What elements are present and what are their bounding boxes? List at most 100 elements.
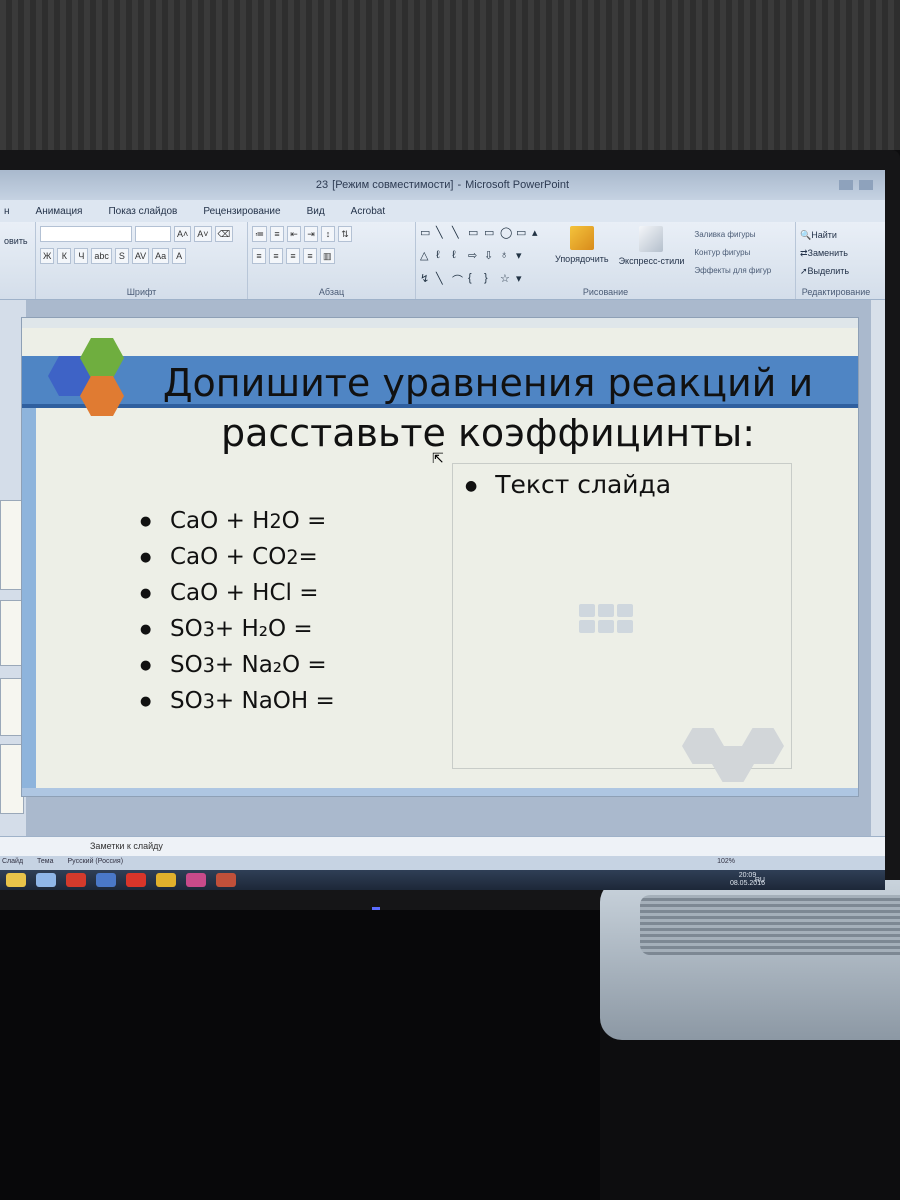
- replace-button[interactable]: ⇄Заменить: [800, 244, 872, 262]
- shadow-button[interactable]: S: [114, 248, 129, 264]
- notes-pane[interactable]: Заметки к слайду: [0, 836, 885, 856]
- maximize-button[interactable]: [859, 180, 873, 190]
- paragraph-group: ≔ ≡ ⇤ ⇥ ↕ ⇅ ≡ ≡ ≡ ≡ ▥ Абзац: [248, 222, 416, 299]
- list-item: ● SO 3 + H₂O =: [140, 616, 313, 642]
- clipboard-restore-label[interactable]: овить: [4, 236, 28, 246]
- tab-animation[interactable]: Анимация: [36, 206, 83, 217]
- list-item: ● SO 3 + Na₂O =: [140, 652, 327, 678]
- font-size-select[interactable]: [135, 226, 171, 242]
- quick-styles-button[interactable]: Экспресс-стили: [619, 226, 684, 295]
- increase-indent-button[interactable]: ⇥: [304, 226, 318, 242]
- app-icon[interactable]: [36, 873, 56, 887]
- list-item: ● CaO + H2O =: [140, 508, 327, 534]
- powerpoint-taskbar-icon[interactable]: [216, 873, 236, 887]
- editing-group-label: Редактирование: [801, 287, 871, 297]
- tab-view[interactable]: Вид: [307, 206, 325, 217]
- slide-thumbnail[interactable]: [0, 744, 24, 814]
- tab-slideshow[interactable]: Показ слайдов: [108, 206, 177, 217]
- insert-picture-icon[interactable]: [579, 620, 595, 633]
- tab-home-partial[interactable]: н: [4, 206, 10, 217]
- background-wall: [0, 0, 900, 150]
- grow-font-button[interactable]: A˄: [174, 226, 192, 242]
- font-name-select[interactable]: [40, 226, 132, 242]
- chrome-icon[interactable]: [156, 873, 176, 887]
- router-vents: [640, 895, 900, 955]
- monitor-power-led: [372, 907, 380, 910]
- text-direction-button[interactable]: ⇅: [338, 226, 352, 242]
- window-title-mode: [Режим совместимости]: [332, 179, 454, 191]
- vertical-scrollbar[interactable]: [871, 300, 885, 836]
- insert-table-icon[interactable]: [579, 604, 595, 617]
- insert-media-icon[interactable]: [617, 620, 633, 633]
- slide-title[interactable]: Допишите уравнения реакций и расставьте …: [138, 358, 838, 458]
- underline-button[interactable]: Ч: [74, 248, 89, 264]
- select-button[interactable]: ➚Выделить: [800, 262, 872, 280]
- shapes-gallery[interactable]: ▭ ╲ ╲ ▭ ▭ ◯ ▭ ▴ △ ℓ ℓ ⇨ ⇩ ♁ ▾ ↯ ╲ ⌒{} ☆ ▾: [420, 226, 545, 295]
- taskbar-clock[interactable]: 20:09 08.05.2016: [730, 872, 765, 888]
- shape-fill-button[interactable]: Заливка фигуры: [694, 226, 771, 244]
- slide-thumbnail[interactable]: [0, 500, 24, 590]
- find-button[interactable]: 🔍Найти: [800, 226, 872, 244]
- insert-chart-icon[interactable]: [598, 604, 614, 617]
- mouse-cursor-icon: ⇱: [432, 450, 444, 466]
- clock-date: 08.05.2016: [729, 880, 765, 887]
- shape-outline-button[interactable]: Контур фигуры: [694, 244, 771, 262]
- tab-acrobat[interactable]: Acrobat: [351, 206, 385, 217]
- zoom-level[interactable]: 102%: [717, 858, 735, 870]
- font-color-button[interactable]: A: [172, 248, 187, 264]
- ribbon: овить A˄ A˅ ⌫ Ж К Ч abc S AV Aa A Шрифт: [0, 222, 885, 300]
- align-left-button[interactable]: ≡: [252, 248, 266, 264]
- mail-icon[interactable]: [96, 873, 116, 887]
- font-group: A˄ A˅ ⌫ Ж К Ч abc S AV Aa A Шрифт: [36, 222, 248, 299]
- insert-clipart-icon[interactable]: [598, 620, 614, 633]
- clear-format-button[interactable]: ⌫: [214, 226, 234, 242]
- minimize-button[interactable]: [839, 180, 853, 190]
- columns-button[interactable]: ▥: [320, 248, 335, 264]
- strikethrough-button[interactable]: abc: [91, 248, 112, 264]
- spacing-button[interactable]: AV: [131, 248, 150, 264]
- window-controls: [839, 180, 873, 190]
- bold-button[interactable]: Ж: [40, 248, 55, 264]
- editing-group: 🔍Найти ⇄Заменить ➚Выделить Редактировани…: [796, 222, 876, 299]
- slide-thumbnail[interactable]: [0, 678, 24, 736]
- justify-button[interactable]: ≡: [303, 248, 317, 264]
- bullets-button[interactable]: ≔: [252, 226, 267, 242]
- insert-content-icons: [579, 604, 633, 633]
- placeholder-text: Текст слайда: [495, 470, 672, 499]
- window-title-doc: 23: [315, 179, 329, 191]
- content-placeholder[interactable]: ● Текст слайда: [452, 463, 792, 769]
- equation-list[interactable]: ● CaO + H2O = ● CaO + CO 2 = ● CaO + HCl = ●…: [140, 503, 335, 719]
- italic-button[interactable]: К: [57, 248, 72, 264]
- status-language[interactable]: Русский (Россия): [68, 858, 124, 870]
- window-title-app: Microsoft PowerPoint: [465, 179, 570, 191]
- arrange-icon: [569, 226, 594, 250]
- yandex-browser-icon[interactable]: [126, 873, 146, 887]
- paint-icon[interactable]: [186, 873, 206, 887]
- tab-review[interactable]: Рецензирование: [203, 206, 280, 217]
- shape-effects-button[interactable]: Эффекты для фигур: [694, 262, 771, 280]
- shrink-font-button[interactable]: A˅: [194, 226, 212, 242]
- drawing-group: ▭ ╲ ╲ ▭ ▭ ◯ ▭ ▴ △ ℓ ℓ ⇨ ⇩ ♁ ▾ ↯ ╲ ⌒{} ☆ ▾ Упорядочить Экс…: [416, 222, 796, 299]
- line-spacing-button[interactable]: ↕: [321, 226, 335, 242]
- align-right-button[interactable]: ≡: [286, 248, 300, 264]
- list-item: ● CaO + HCl =: [140, 580, 319, 606]
- insert-smartart-icon[interactable]: [617, 604, 633, 617]
- slide-workspace: Допишите уравнения реакций и расставьте …: [0, 300, 885, 836]
- case-button[interactable]: Aa: [152, 248, 170, 264]
- align-center-button[interactable]: ≡: [269, 248, 283, 264]
- explorer-icon[interactable]: [6, 873, 26, 887]
- yandex-icon[interactable]: [66, 873, 86, 887]
- status-slide-label: Слайд: [2, 858, 24, 865]
- desk-surface: [0, 910, 600, 1200]
- clock-time: 20:09: [738, 872, 757, 879]
- arrange-button[interactable]: Упорядочить: [555, 226, 609, 295]
- slide-canvas[interactable]: Допишите уравнения реакций и расставьте …: [22, 318, 858, 796]
- list-item: ● SO 3 + NaOH =: [140, 688, 335, 714]
- clipboard-group: овить: [0, 222, 36, 299]
- notes-placeholder: Заметки к слайду: [90, 841, 163, 851]
- slide-thumbnail[interactable]: [0, 600, 24, 666]
- window-titlebar: 23 [Режим совместимости] - Microsoft Pow…: [0, 170, 885, 200]
- ribbon-tabs: н Анимация Показ слайдов Рецензирование …: [0, 200, 885, 222]
- numbering-button[interactable]: ≡: [270, 226, 284, 242]
- decrease-indent-button[interactable]: ⇤: [287, 226, 301, 242]
